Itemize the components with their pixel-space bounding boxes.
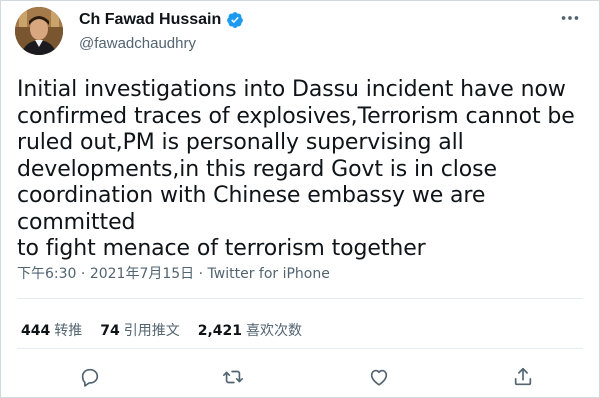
tweet-card: Ch Fawad Hussain @fawadchaudhry Initial …	[0, 0, 600, 398]
tweet-time[interactable]: 下午6:30	[17, 266, 76, 282]
tweet-line: confirmed traces of explosives,Terrorism…	[17, 103, 575, 129]
retweet-icon	[223, 370, 243, 384]
author-handle[interactable]: @fawadchaudhry	[79, 35, 196, 52]
likes-label: 喜欢次数	[246, 323, 303, 339]
like-button[interactable]	[365, 363, 393, 391]
author-name[interactable]: Ch Fawad Hussain	[79, 11, 221, 29]
quotes-label: 引用推文	[123, 323, 180, 339]
retweets-label: 转推	[54, 323, 83, 339]
author-row[interactable]: Ch Fawad Hussain	[79, 11, 244, 29]
divider	[17, 298, 583, 299]
tweet-date[interactable]: 2021年7月15日	[90, 266, 194, 282]
tweet-line: coordination with Chinese embassy we are…	[17, 183, 486, 235]
likes-count: 2,421	[197, 323, 243, 339]
tweet-line: developments,in this regard Govt is in c…	[17, 156, 497, 182]
tweet-line: ruled out,PM is personally supervising a…	[17, 130, 464, 155]
avatar[interactable]	[15, 7, 63, 55]
meta-separator: ·	[194, 266, 208, 282]
reply-icon	[81, 368, 99, 387]
more-icon[interactable]	[559, 7, 581, 33]
tweet-text: Initial investigations into Dassu incide…	[17, 77, 587, 263]
tweet-line: to fight menace of terrorism together	[17, 236, 426, 261]
retweet-button[interactable]	[219, 363, 247, 391]
tweet-actions	[1, 363, 599, 391]
divider	[17, 348, 583, 349]
tweet-line: Initial investigations into Dassu incide…	[17, 77, 566, 102]
tweet-stats: 444 转推 74 引用推文 2,421 喜欢次数	[21, 320, 302, 340]
quotes-stat[interactable]: 74 引用推文	[100, 320, 179, 340]
retweets-stat[interactable]: 444 转推	[21, 320, 82, 340]
more-dots-icon	[561, 16, 579, 20]
share-button[interactable]	[509, 363, 537, 391]
likes-stat[interactable]: 2,421 喜欢次数	[198, 320, 302, 340]
retweets-count: 444	[21, 323, 51, 339]
tweet-meta: 下午6:30 · 2021年7月15日 · Twitter for iPhone	[17, 263, 330, 283]
quotes-count: 74	[100, 323, 120, 339]
share-icon	[514, 367, 532, 386]
tweet-source[interactable]: Twitter for iPhone	[208, 266, 330, 282]
reply-button[interactable]	[76, 363, 104, 391]
avatar-image	[15, 7, 63, 55]
meta-separator: ·	[76, 266, 90, 282]
like-icon	[370, 369, 388, 386]
verified-badge-icon	[227, 12, 244, 28]
